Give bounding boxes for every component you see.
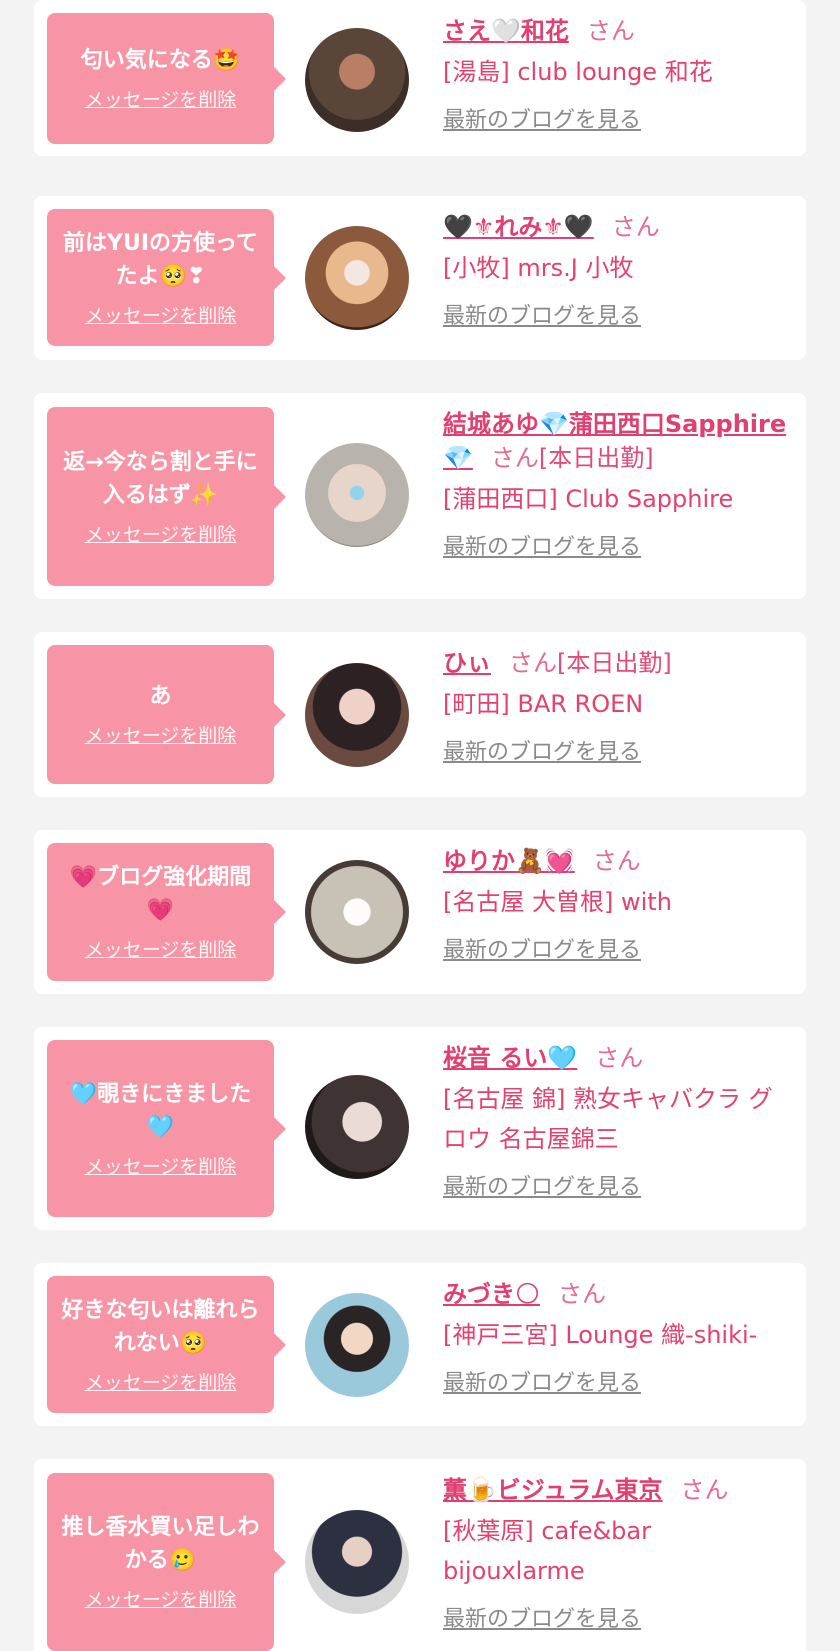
message-text: 返→今なら割と手に入るはず✨ <box>63 449 258 508</box>
profile-name-link[interactable]: さえ🤍和花 <box>443 17 569 45</box>
message-card: 返→今なら割と手に入るはず✨ メッセージを削除 結城あゆ💎蒲田西口Sapphir… <box>34 393 806 599</box>
profile-info: 薫🍺ビジュラム東京 さん [秋葉原] cafe&bar bijouxlarme 最… <box>443 1473 795 1635</box>
message-bubble: 🩵覗きにきました🩵 メッセージを削除 <box>47 1040 286 1217</box>
name-line: ゆりか🧸💓 さん <box>443 844 795 878</box>
latest-blog-link[interactable]: 最新のブログを見る <box>443 1173 795 1203</box>
latest-blog-link[interactable]: 最新のブログを見る <box>443 302 795 332</box>
delete-message-link[interactable]: メッセージを削除 <box>85 303 237 329</box>
latest-blog-link[interactable]: 最新のブログを見る <box>443 1369 795 1399</box>
shop-name: [名古屋 錦] 熟女キャバクラ グロウ 名古屋錦三 <box>443 1085 773 1153</box>
latest-blog-link[interactable]: 最新のブログを見る <box>443 106 795 136</box>
message-card: 推し香水買い足しわかる🥲 メッセージを削除 薫🍺ビジュラム東京 さん [秋葉原] … <box>34 1459 806 1651</box>
avatar[interactable] <box>305 443 409 547</box>
message-text: 🩵覗きにきました🩵 <box>69 1081 252 1140</box>
profile-info: さえ🤍和花 さん [湯島] club lounge 和花 最新のブログを見る <box>443 14 795 136</box>
profile-info: 🖤⚜れみ⚜🖤 さん [小牧] mrs.J 小牧 最新のブログを見る <box>443 210 795 332</box>
avatar[interactable] <box>305 663 409 767</box>
message-text: 💗ブログ強化期間💗 <box>69 865 252 923</box>
delete-message-link[interactable]: メッセージを削除 <box>85 937 237 963</box>
shop-name: [町田] BAR ROEN <box>443 690 644 718</box>
message-text: 匂い気になる🤩 <box>80 48 241 73</box>
profile-name-link[interactable]: 薫🍺ビジュラム東京 <box>443 1476 662 1504</box>
shop-name: [秋葉原] cafe&bar bijouxlarme <box>443 1517 651 1585</box>
shop-name: [蒲田西口] Club Sapphire <box>443 485 734 513</box>
status-label: [本日出勤] <box>557 649 672 677</box>
shop-name: [小牧] mrs.J 小牧 <box>443 254 634 282</box>
message-text: 推し香水買い足しわかる🥲 <box>61 1515 260 1573</box>
status-label: [本日出勤] <box>538 444 654 472</box>
name-line: 🖤⚜れみ⚜🖤 さん <box>443 210 795 244</box>
message-bubble: 匂い気になる🤩 メッセージを削除 <box>47 13 286 144</box>
message-card: 前はYUIの方使ってたよ🥺❣ メッセージを削除 🖤⚜れみ⚜🖤 さん [小牧] mr… <box>34 196 806 360</box>
avatar[interactable] <box>305 1075 409 1179</box>
message-bubble: 前はYUIの方使ってたよ🥺❣ メッセージを削除 <box>47 209 286 346</box>
honorific: さん <box>558 1280 607 1308</box>
avatar[interactable] <box>305 226 409 330</box>
profile-name-link[interactable]: 桜音 るい🩵 <box>443 1044 577 1072</box>
name-line: 結城あゆ💎蒲田西口Sapphire💎 さん[本日出勤] <box>443 407 795 475</box>
delete-message-link[interactable]: メッセージを削除 <box>85 1587 237 1613</box>
message-text: 前はYUIの方使ってたよ🥺❣ <box>63 230 258 289</box>
latest-blog-link[interactable]: 最新のブログを見る <box>443 533 795 563</box>
shop-name: [神戸三宮] Lounge 織-shiki- <box>443 1321 758 1349</box>
delete-message-link[interactable]: メッセージを削除 <box>85 723 237 749</box>
name-line: 桜音 るい🩵 さん <box>443 1041 795 1075</box>
profile-info: 桜音 るい🩵 さん [名古屋 錦] 熟女キャバクラ グロウ 名古屋錦三 最新のブロ… <box>443 1041 795 1203</box>
message-bubble: あ メッセージを削除 <box>47 645 286 784</box>
honorific: さん <box>490 444 539 472</box>
avatar[interactable] <box>305 860 409 964</box>
profile-info: 結城あゆ💎蒲田西口Sapphire💎 さん[本日出勤] [蒲田西口] Club S… <box>443 407 795 563</box>
message-bubble: 推し香水買い足しわかる🥲 メッセージを削除 <box>47 1473 286 1651</box>
delete-message-link[interactable]: メッセージを削除 <box>85 1154 237 1180</box>
message-card: 好きな匂いは離れられない🥺 メッセージを削除 みづき🌕 さん [神戸三宮] Lou… <box>34 1263 806 1426</box>
message-text: 好きな匂いは離れられない🥺 <box>61 1297 260 1356</box>
profile-info: ゆりか🧸💓 さん [名古屋 大曽根] with 最新のブログを見る <box>443 844 795 966</box>
honorific: さん <box>586 17 635 45</box>
honorific: さん <box>611 213 660 241</box>
honorific: さん <box>595 1044 644 1072</box>
delete-message-link[interactable]: メッセージを削除 <box>85 522 237 548</box>
message-card: あ メッセージを削除 ひぃ さん[本日出勤] [町田] BAR ROEN 最新のブ… <box>34 632 806 797</box>
message-card: 🩵覗きにきました🩵 メッセージを削除 桜音 るい🩵 さん [名古屋 錦] 熟女キャ… <box>34 1027 806 1230</box>
honorific: さん <box>680 1476 729 1504</box>
profile-name-link[interactable]: ゆりか🧸💓 <box>443 847 575 875</box>
profile-name-link[interactable]: 🖤⚜れみ⚜🖤 <box>443 213 594 241</box>
honorific: さん <box>509 649 557 677</box>
message-bubble: 💗ブログ強化期間💗 メッセージを削除 <box>47 843 286 981</box>
delete-message-link[interactable]: メッセージを削除 <box>85 1370 237 1396</box>
delete-message-link[interactable]: メッセージを削除 <box>85 87 237 113</box>
message-text: あ <box>149 684 172 709</box>
profile-info: みづき🌕 さん [神戸三宮] Lounge 織-shiki- 最新のブログを見る <box>443 1277 795 1399</box>
name-line: さえ🤍和花 さん <box>443 14 795 48</box>
message-card: 💗ブログ強化期間💗 メッセージを削除 ゆりか🧸💓 さん [名古屋 大曽根] wit… <box>34 830 806 994</box>
shop-name: [湯島] club lounge 和花 <box>443 58 713 86</box>
message-bubble: 返→今なら割と手に入るはず✨ メッセージを削除 <box>47 407 286 586</box>
latest-blog-link[interactable]: 最新のブログを見る <box>443 1605 795 1635</box>
shop-name: [名古屋 大曽根] with <box>443 888 672 916</box>
latest-blog-link[interactable]: 最新のブログを見る <box>443 936 795 966</box>
message-bubble: 好きな匂いは離れられない🥺 メッセージを削除 <box>47 1276 286 1413</box>
avatar[interactable] <box>305 1293 409 1397</box>
name-line: 薫🍺ビジュラム東京 さん <box>443 1473 795 1507</box>
latest-blog-link[interactable]: 最新のブログを見る <box>443 738 795 768</box>
name-line: ひぃ さん[本日出勤] <box>443 646 795 680</box>
avatar[interactable] <box>305 28 409 132</box>
profile-info: ひぃ さん[本日出勤] [町田] BAR ROEN 最新のブログを見る <box>443 646 795 768</box>
profile-name-link[interactable]: ひぃ <box>443 649 491 677</box>
profile-name-link[interactable]: みづき🌕 <box>443 1280 540 1308</box>
honorific: さん <box>592 847 641 875</box>
avatar[interactable] <box>305 1510 409 1614</box>
message-card: 匂い気になる🤩 メッセージを削除 さえ🤍和花 さん [湯島] club loung… <box>34 0 806 156</box>
name-line: みづき🌕 さん <box>443 1277 795 1311</box>
